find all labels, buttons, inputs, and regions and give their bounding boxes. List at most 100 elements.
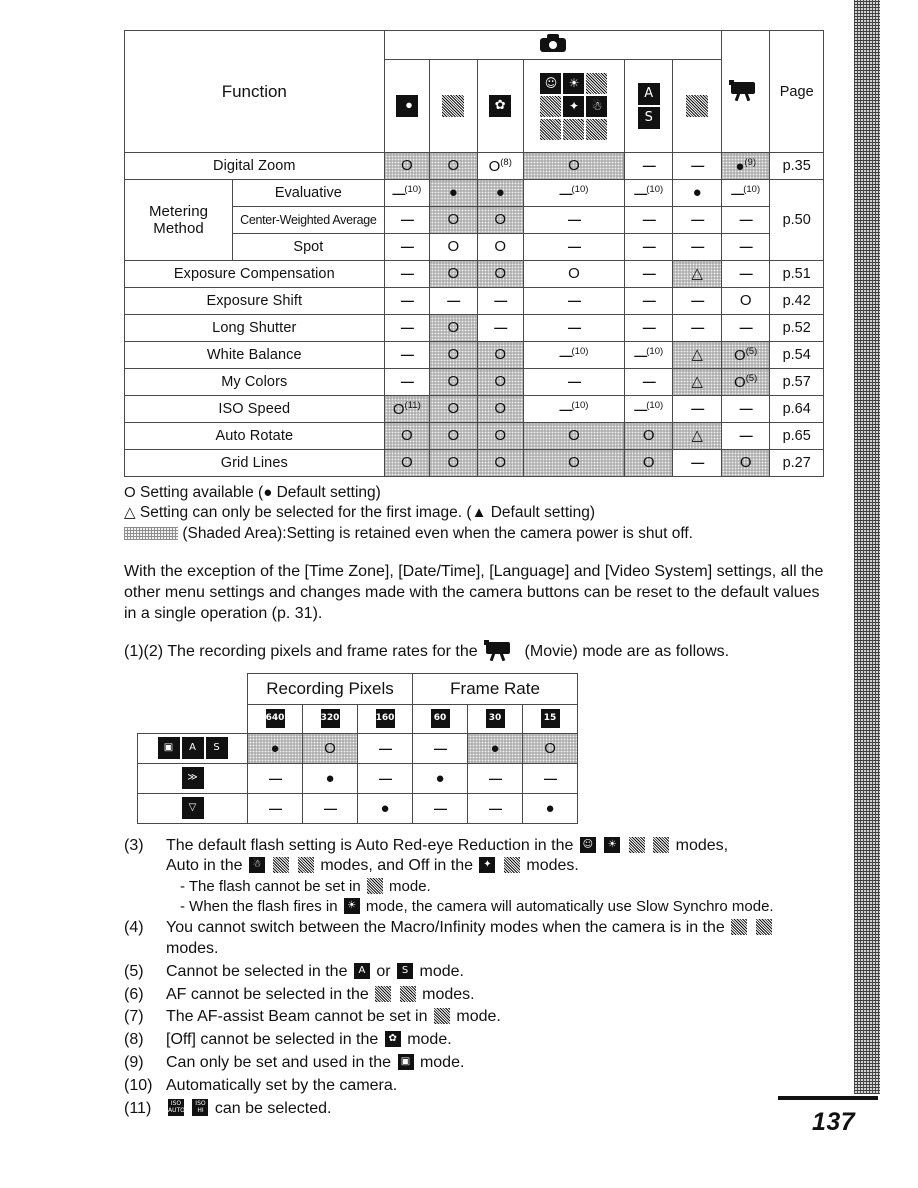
footer-rule <box>778 1096 878 1100</box>
page-reference[interactable]: p.54 <box>769 341 824 369</box>
availability-cell: — <box>672 206 722 234</box>
portrait-scene-icon: ☺ <box>540 72 562 94</box>
not-available-mark-icon: — <box>691 455 704 470</box>
not-available-mark-icon: — <box>642 266 656 281</box>
availability-cell: — <box>383 368 431 396</box>
not-available-mark-icon: — <box>642 320 656 335</box>
footnote-6-seg2: modes. <box>422 985 475 1003</box>
legend-first-image-text-2: Default setting) <box>486 504 595 522</box>
legend-available-text: Setting available ( <box>139 484 264 501</box>
table-legend: O Setting available (● Default setting) … <box>124 483 824 544</box>
not-available-mark-icon: — <box>691 212 704 227</box>
not-available-mark-icon: — <box>567 374 581 389</box>
availability-cell: O <box>476 341 524 369</box>
page-reference[interactable]: p.27 <box>769 449 824 477</box>
circle-mark-icon: O <box>488 157 501 175</box>
page-reference[interactable]: p.65 <box>769 422 824 450</box>
not-available-mark-icon: — <box>400 212 414 227</box>
table-row: Grid Lines O O O O O — Op.27 <box>124 449 824 477</box>
recording-pixels-icon-160: 160 <box>356 703 414 734</box>
fireworks-scene-icon <box>399 985 416 1002</box>
availability-cell: ● <box>522 792 579 824</box>
footnote-3-sub1: - The flash cannot be set in mode. <box>180 877 824 897</box>
circle-mark-icon: O <box>494 238 507 255</box>
footnote-4-seg2: modes. <box>166 939 219 957</box>
manual-mode-icon <box>442 95 465 117</box>
filled-triangle-mark-icon: ▲ <box>471 504 487 522</box>
availability-cell: O <box>383 449 431 477</box>
footnote-3-sub1-pre: - The flash cannot be set in <box>180 878 361 896</box>
frame-rate-header: Frame Rate <box>412 672 579 705</box>
footnote-3: (3) The default flash setting is Auto Re… <box>124 836 824 917</box>
kids-and-pets-scene-icon <box>731 919 748 936</box>
footnote-8-number: (8) <box>124 1031 144 1049</box>
circle-mark-icon: O <box>324 739 336 757</box>
table-row: Long Shutter — O — — — — — p.52 <box>124 314 824 342</box>
table-row: Exposure Shift — — — — — — Op.42 <box>124 287 824 315</box>
circle-mark-icon: O <box>400 157 413 174</box>
footnote-ref: (10) <box>571 400 589 412</box>
page-reference[interactable]: p.51 <box>769 260 824 288</box>
page-header-cell: Page <box>769 30 824 153</box>
availability-cell: — <box>467 792 524 824</box>
availability-cell: — <box>720 314 771 342</box>
page-reference[interactable]: p.50 <box>769 179 824 261</box>
not-available-mark-icon: — <box>739 320 753 335</box>
not-available-mark-icon: — <box>379 740 392 756</box>
circle-mark-icon: O <box>447 157 460 174</box>
availability-cell: O <box>623 449 674 477</box>
availability-cell: O <box>522 732 579 764</box>
function-label: Auto Rotate <box>124 422 385 450</box>
availability-cell: ●(9) <box>720 152 771 180</box>
not-available-mark-icon: — <box>739 401 753 416</box>
page-reference[interactable]: p.64 <box>769 395 824 423</box>
footnote-8-seg1: [Off] cannot be selected in the <box>166 1031 379 1049</box>
footnote-4-number: (4) <box>124 919 144 937</box>
color-accent-swap-icon: A S <box>637 83 660 129</box>
footnote-3-sub2-post: mode, the camera will automatically use … <box>365 897 774 915</box>
circle-mark-icon: O <box>642 454 655 471</box>
not-available-mark-icon: — <box>269 800 282 816</box>
not-available-mark-icon: — <box>559 347 573 363</box>
not-available-mark-icon: — <box>400 347 414 362</box>
availability-cell: — <box>720 422 771 450</box>
movie-mode-label-cell: ▽ <box>137 792 248 824</box>
underwater-scene-icon <box>586 118 608 140</box>
function-header-label: Function <box>221 81 287 101</box>
fireworks-scene-icon <box>366 878 383 895</box>
page-reference[interactable]: p.52 <box>769 314 824 342</box>
circle-mark-icon: O <box>734 373 746 391</box>
movie-specs-intro-post: (Movie) mode are as follows. <box>524 642 730 660</box>
availability-cell: O <box>522 152 625 180</box>
availability-cell: — <box>623 260 674 288</box>
availability-cell: ● <box>412 762 469 794</box>
not-available-mark-icon: — <box>559 401 573 417</box>
circle-mark-icon: O <box>447 211 460 228</box>
function-label: Exposure Compensation <box>124 260 385 288</box>
availability-cell: —(10) <box>720 179 771 207</box>
recording-pixels-header: Recording Pixels <box>246 672 414 705</box>
page-reference[interactable]: p.42 <box>769 287 824 315</box>
footnote-ref: (5) <box>745 346 758 358</box>
availability-cell: — <box>623 233 674 261</box>
availability-cell: — <box>720 395 771 423</box>
availability-cell: — <box>247 762 303 794</box>
function-sub-label: Spot <box>232 233 385 261</box>
movie-standard-icon: ▣ <box>397 1053 414 1070</box>
function-sub-label: Evaluative <box>232 179 385 207</box>
recording-pixels-icon-640: 640 <box>247 703 303 734</box>
availability-cell: ● <box>247 732 303 764</box>
iso-auto-icon: ISO AUTO <box>168 1098 184 1116</box>
legend-first-image-text: Setting can only be selected for the fir… <box>139 504 472 522</box>
availability-cell: O <box>302 732 358 764</box>
availability-cell: O <box>429 260 478 288</box>
circle-mark-icon: O <box>544 739 556 757</box>
auto-mode-icon <box>395 95 418 117</box>
page-reference[interactable]: p.57 <box>769 368 824 396</box>
table-row: Auto Rotate O O O O O △ — p.65 <box>124 422 824 450</box>
footnote-10: (10) Automatically set by the camera. <box>124 1076 824 1097</box>
frame-rate-icon-15: 15 <box>522 703 579 734</box>
footnote-9-number: (9) <box>124 1053 144 1071</box>
color-swap-icon: S <box>637 107 660 129</box>
page-reference[interactable]: p.35 <box>769 152 824 180</box>
